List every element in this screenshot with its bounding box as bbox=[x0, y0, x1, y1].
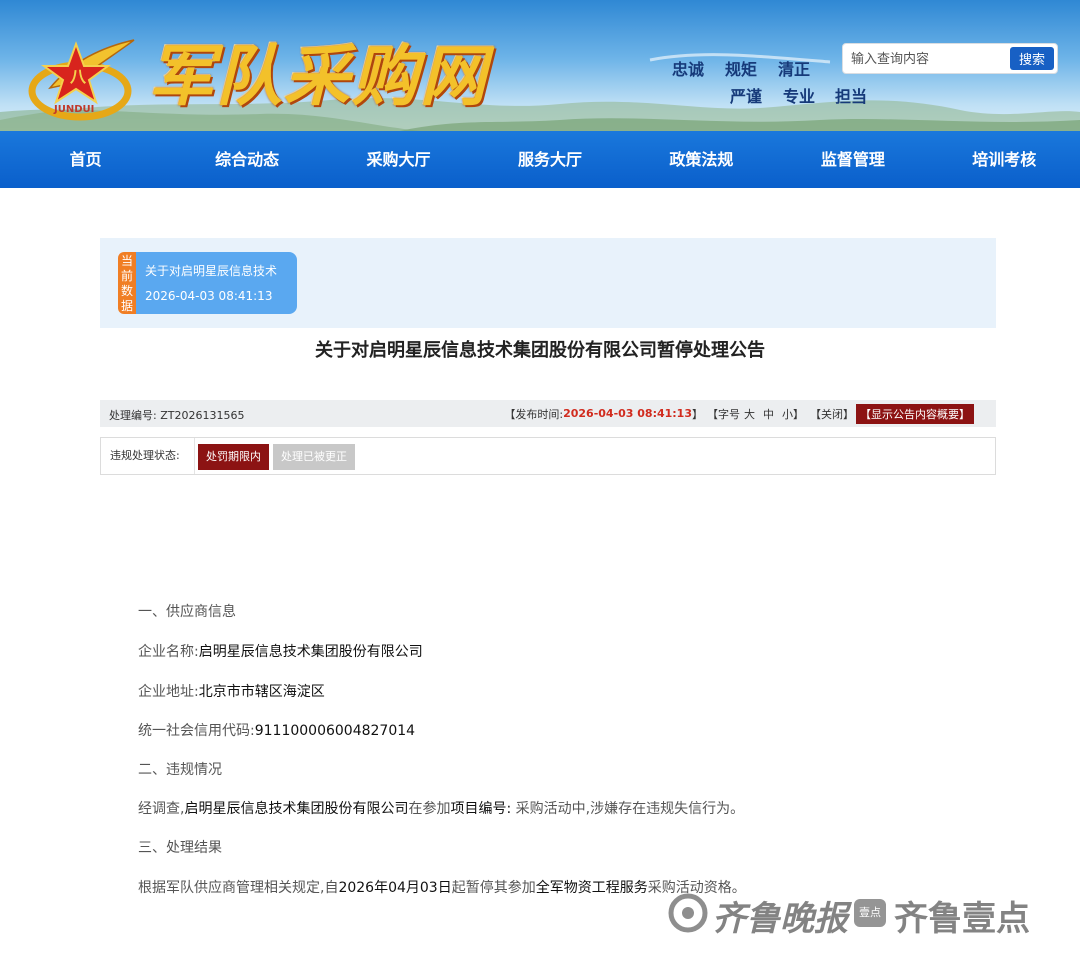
article-info-bar: 处理编号: ZT2026131565 【发布时间: 2026-04-03 08:… bbox=[100, 400, 996, 427]
svg-text:八: 八 bbox=[69, 67, 87, 86]
motto-item: 担当 bbox=[835, 87, 868, 106]
nav-item-service-hall[interactable]: 服务大厅 bbox=[474, 131, 625, 188]
article-title: 关于对启明星辰信息技术集团股份有限公司暂停处理公告 bbox=[315, 340, 765, 361]
close-link[interactable]: 【关闭】 bbox=[810, 406, 854, 422]
motto-item: 忠诚 bbox=[672, 60, 705, 79]
credit-code-line: 统一社会信用代码:911100006004827014 bbox=[138, 723, 416, 739]
site-header: 八 JUNDUI 军队采购网 忠诚 规矩 清正 严谨 专业 担当 搜索 bbox=[0, 0, 1080, 131]
nav-item-procurement-hall[interactable]: 采购大厅 bbox=[323, 131, 474, 188]
section-heading: 三、处理结果 bbox=[138, 840, 222, 856]
search-input[interactable] bbox=[851, 49, 1007, 69]
show-summary-button[interactable]: 【显示公告内容概要】 bbox=[856, 403, 974, 424]
section-heading: 二、违规情况 bbox=[138, 762, 222, 778]
current-data-title: 关于对启明星辰信息技术 bbox=[145, 264, 278, 278]
watermark-text: 齐鲁晚报 bbox=[712, 899, 848, 939]
watermark-badge: 壹点 bbox=[854, 899, 886, 927]
site-title: 军队采购网 bbox=[148, 37, 488, 115]
font-size-small[interactable]: 小 bbox=[782, 406, 793, 422]
main-nav: 首页 综合动态 采购大厅 服务大厅 政策法规 监督管理 培训考核 bbox=[0, 131, 1080, 188]
search-box: 搜索 bbox=[842, 43, 1058, 74]
watermark-text: 齐鲁壹点 bbox=[894, 899, 1030, 939]
font-size-medium[interactable]: 中 bbox=[763, 406, 774, 422]
svg-text:JUNDUI: JUNDUI bbox=[53, 104, 94, 115]
current-data-time: 2026-04-03 08:41:13 bbox=[145, 289, 273, 303]
nav-item-home[interactable]: 首页 bbox=[0, 131, 171, 188]
current-data-tag: 当前数据 bbox=[118, 252, 136, 314]
company-name-line: 企业名称:启明星辰信息技术集团股份有限公司 bbox=[138, 644, 423, 660]
nav-item-supervision[interactable]: 监督管理 bbox=[777, 131, 928, 188]
section-heading: 一、供应商信息 bbox=[138, 604, 236, 620]
motto-item: 规矩 bbox=[725, 60, 758, 79]
article-meta: 【发布时间: 2026-04-03 08:41:13 】 【字号 大 中 小 】… bbox=[504, 403, 974, 424]
current-data-panel: 当前数据 关于对启明星辰信息技术 2026-04-03 08:41:13 bbox=[100, 238, 996, 328]
search-button[interactable]: 搜索 bbox=[1010, 47, 1054, 70]
processing-number: 处理编号: ZT2026131565 bbox=[109, 409, 245, 422]
nav-item-news[interactable]: 综合动态 bbox=[171, 131, 322, 188]
current-data-card[interactable]: 关于对启明星辰信息技术 2026-04-03 08:41:13 bbox=[136, 252, 297, 314]
violation-line: 经调查,启明星辰信息技术集团股份有限公司在参加项目编号: 采购活动中,涉嫌存在违… bbox=[138, 801, 745, 817]
nav-item-training[interactable]: 培训考核 bbox=[929, 131, 1080, 188]
result-line: 根据军队供应商管理相关规定,自2026年04月03日起暂停其参加全军物资工程服务… bbox=[138, 880, 746, 896]
motto-item: 严谨 bbox=[730, 87, 763, 106]
motto-item: 清正 bbox=[778, 60, 811, 79]
motto-item: 专业 bbox=[783, 87, 816, 106]
watermark: 齐鲁晚报 壹点 齐鲁壹点 bbox=[668, 887, 1040, 939]
font-size-large[interactable]: 大 bbox=[744, 406, 755, 422]
status-label: 违规处理状态: bbox=[101, 438, 195, 474]
watermark-logo-icon bbox=[668, 893, 708, 933]
violation-status-row: 违规处理状态: 处罚期限内 处理已被更正 bbox=[100, 437, 996, 475]
nav-item-policy[interactable]: 政策法规 bbox=[626, 131, 777, 188]
publish-time: 2026-04-03 08:41:13 bbox=[563, 407, 692, 420]
status-penalty-active[interactable]: 处罚期限内 bbox=[198, 444, 269, 470]
company-address-line: 企业地址:北京市市辖区海淀区 bbox=[138, 684, 325, 700]
status-corrected[interactable]: 处理已被更正 bbox=[273, 444, 355, 470]
army-star-emblem-icon: 八 JUNDUI bbox=[28, 39, 135, 121]
